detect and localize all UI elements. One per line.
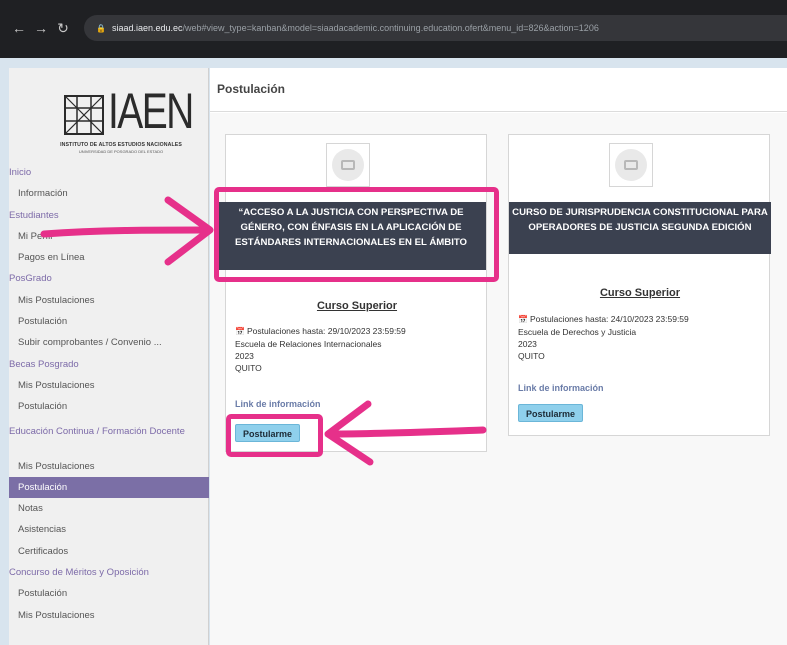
sidebar-section-posgrado[interactable]: PosGrado bbox=[9, 268, 209, 289]
course-card[interactable]: CURSO DE JURISPRUDENCIA CONSTITUCIONAL P… bbox=[508, 134, 771, 436]
highlight-button-box bbox=[226, 414, 323, 457]
sidebar-item-postulacion[interactable]: Postulación bbox=[9, 311, 209, 332]
course-image-placeholder bbox=[326, 143, 370, 187]
course-type: Curso Superior bbox=[316, 300, 398, 312]
url-host: siaad.iaen.edu.ec bbox=[111, 23, 183, 33]
lock-icon: 🔒 bbox=[96, 23, 106, 33]
sidebar-item-postulacion[interactable]: Postulación bbox=[9, 396, 209, 417]
apply-button[interactable]: Postularme bbox=[518, 404, 584, 422]
forward-arrow-icon[interactable]: → bbox=[30, 20, 52, 36]
sidebar-item-subir-comprobantes[interactable]: Subir comprobantes / Convenio ... bbox=[9, 332, 209, 353]
sidebar-section-educacion-continua[interactable]: Educación Continua / Formación Docente bbox=[9, 418, 199, 456]
logo-subtitle: INSTITUTO DE ALTOS ESTUDIOS NACIONALES bbox=[60, 142, 182, 148]
course-city: QUITO bbox=[518, 351, 545, 361]
sidebar-item-notas[interactable]: Notas bbox=[9, 498, 209, 519]
arrow-left-icon bbox=[324, 400, 487, 466]
browser-toolbar: ← → ↻ 🔒 siaad.iaen.edu.ec /web#view_type… bbox=[0, 0, 787, 58]
course-year: 2023 bbox=[518, 339, 537, 349]
image-placeholder-icon bbox=[332, 149, 364, 181]
calendar-icon: 📅 bbox=[235, 327, 245, 336]
back-arrow-icon[interactable]: ← bbox=[8, 20, 30, 36]
course-title: CURSO DE JURISPRUDENCIA CONSTITUCIONAL P… bbox=[509, 202, 771, 254]
image-placeholder-icon bbox=[615, 149, 647, 181]
page-header: Postulación bbox=[210, 68, 787, 112]
page-title: Postulación bbox=[217, 82, 286, 96]
info-link[interactable]: Link de información bbox=[518, 383, 604, 393]
calendar-icon: 📅 bbox=[518, 315, 528, 324]
sidebar-item-mis-postulaciones[interactable]: Mis Postulaciones bbox=[9, 290, 209, 311]
sidebar-item-certificados[interactable]: Certificados bbox=[9, 541, 209, 562]
highlight-title-box bbox=[214, 187, 499, 282]
logo-text: IAEN bbox=[108, 83, 194, 139]
arrow-right-icon bbox=[40, 196, 214, 266]
course-school: Escuela de Derechos y Justicia bbox=[518, 327, 637, 337]
camera-icon bbox=[341, 160, 355, 170]
course-city: QUITO bbox=[235, 363, 262, 373]
address-bar[interactable]: 🔒 siaad.iaen.edu.ec /web#view_type=kanba… bbox=[84, 15, 787, 41]
course-image-placeholder bbox=[609, 143, 653, 187]
course-type: Curso Superior bbox=[599, 287, 681, 299]
sidebar-item-mis-postulaciones[interactable]: Mis Postulaciones bbox=[9, 605, 209, 626]
course-deadline: Postulaciones hasta: 24/10/2023 23:59:59 bbox=[529, 314, 689, 324]
course-details: 📅 Postulaciones hasta: 24/10/2023 23:59:5… bbox=[518, 313, 689, 362]
course-school: Escuela de Relaciones Internacionales bbox=[235, 339, 382, 349]
iaen-logo: IAEN INSTITUTO DE ALTOS ESTUDIOS NACIONA… bbox=[34, 83, 194, 164]
reload-icon[interactable]: ↻ bbox=[52, 20, 74, 37]
sidebar-section-concurso-meritos[interactable]: Concurso de Méritos y Oposición bbox=[9, 562, 209, 583]
info-link[interactable]: Link de información bbox=[235, 399, 321, 409]
sidebar-item-postulacion-active[interactable]: Postulación bbox=[9, 476, 209, 499]
sidebar: IAEN INSTITUTO DE ALTOS ESTUDIOS NACIONA… bbox=[9, 68, 209, 645]
app-window: IAEN INSTITUTO DE ALTOS ESTUDIOS NACIONA… bbox=[0, 66, 787, 645]
main-content: Postulación “ACCESO A LA JUSTICIA CON PE… bbox=[210, 68, 787, 645]
sidebar-item-postulacion[interactable]: Postulación bbox=[9, 583, 209, 604]
logo-tagline: UNIVERSIDAD DE POSGRADO DEL ESTADO bbox=[78, 149, 164, 154]
sidebar-section-inicio[interactable]: Inicio bbox=[9, 162, 209, 183]
course-year: 2023 bbox=[235, 351, 254, 361]
sidebar-item-asistencias[interactable]: Asistencias bbox=[9, 519, 209, 540]
sidebar-section-becas-posgrado[interactable]: Becas Posgrado bbox=[9, 354, 209, 375]
sidebar-item-mis-postulaciones[interactable]: Mis Postulaciones bbox=[9, 456, 209, 477]
sidebar-item-mis-postulaciones[interactable]: Mis Postulaciones bbox=[9, 375, 209, 396]
camera-icon bbox=[624, 160, 638, 170]
course-details: 📅 Postulaciones hasta: 29/10/2023 23:59:5… bbox=[235, 325, 406, 374]
iaen-logo-mark-icon bbox=[64, 95, 104, 135]
url-path: /web#view_type=kanban&model=siaadacademi… bbox=[182, 23, 599, 33]
course-deadline: Postulaciones hasta: 29/10/2023 23:59:59 bbox=[246, 326, 406, 336]
